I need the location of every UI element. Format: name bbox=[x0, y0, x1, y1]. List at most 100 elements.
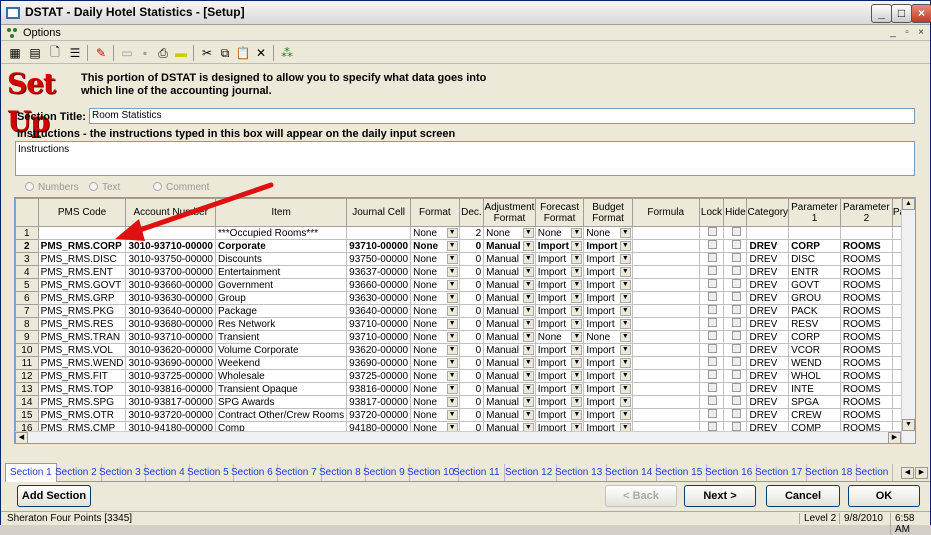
cell-fmt[interactable]: None ▼ bbox=[410, 252, 460, 266]
dropdown-arrow-icon[interactable]: ▼ bbox=[619, 280, 631, 290]
cell-acct[interactable]: 3010-93700-00000 bbox=[125, 265, 216, 279]
cell-acct[interactable]: 3010-93680-00000 bbox=[125, 317, 216, 331]
cell-p2[interactable]: ROOMS bbox=[839, 304, 893, 318]
cell-lock[interactable] bbox=[698, 304, 725, 318]
tab-section-14[interactable]: Section 14 bbox=[601, 464, 658, 481]
dropdown-arrow-icon[interactable]: ▼ bbox=[446, 397, 458, 407]
cell-dec[interactable]: 0 bbox=[458, 369, 485, 383]
cell-fmt[interactable]: None ▼ bbox=[410, 278, 460, 292]
cell-item[interactable]: Contract Other/Crew Rooms bbox=[214, 408, 348, 422]
cell-bud[interactable]: Import ▼ bbox=[583, 278, 633, 292]
cell-acct[interactable]: 3010-93620-00000 bbox=[125, 343, 216, 357]
cell-p2[interactable]: ROOMS bbox=[839, 317, 893, 331]
dropdown-arrow-icon[interactable]: ▼ bbox=[522, 306, 534, 316]
table-row[interactable]: 14 PMS_RMS.SPG 3010-93817-00000 SPG Awards 9… bbox=[15, 395, 915, 409]
dropdown-arrow-icon[interactable]: ▼ bbox=[571, 410, 583, 420]
delete-icon[interactable]: ✕ bbox=[251, 44, 271, 62]
cell-fc[interactable]: Import ▼ bbox=[534, 291, 585, 305]
checkbox[interactable] bbox=[707, 357, 717, 366]
cell-cell[interactable]: 93620-00000 bbox=[346, 343, 412, 357]
cell-cat[interactable]: DREV bbox=[746, 408, 790, 422]
dropdown-arrow-icon[interactable]: ▼ bbox=[619, 384, 631, 394]
tab-section-18[interactable]: Section 18 bbox=[801, 464, 858, 481]
cell-p1[interactable] bbox=[788, 226, 841, 240]
cell-cell[interactable]: 93710-00000 bbox=[346, 330, 412, 344]
dropdown-arrow-icon[interactable]: ▼ bbox=[522, 241, 534, 251]
cell-hide[interactable] bbox=[723, 239, 748, 253]
cell-p1[interactable]: SPGA bbox=[788, 395, 841, 409]
checkbox[interactable] bbox=[732, 383, 742, 392]
table-row[interactable]: 3 PMS_RMS.DISC 3010-93750-00000 Discounts 93… bbox=[15, 252, 915, 266]
tab-section-16[interactable]: Section 16 bbox=[701, 464, 758, 481]
cell-dec[interactable]: 0 bbox=[458, 265, 485, 279]
cell-formula[interactable] bbox=[631, 304, 700, 318]
dropdown-arrow-icon[interactable]: ▼ bbox=[619, 397, 631, 407]
edit-icon[interactable]: ✎ bbox=[91, 44, 111, 62]
cell-hide[interactable] bbox=[723, 343, 748, 357]
cell-adj[interactable]: Manual ▼ bbox=[483, 408, 536, 422]
cell-cat[interactable]: DREV bbox=[746, 369, 790, 383]
cell-item[interactable]: Package bbox=[214, 304, 348, 318]
cell-pms[interactable]: PMS_RMS.TOP bbox=[37, 382, 127, 396]
dropdown-arrow-icon[interactable]: ▼ bbox=[571, 332, 583, 342]
dropdown-arrow-icon[interactable]: ▼ bbox=[571, 228, 583, 238]
cell-adj[interactable]: Manual ▼ bbox=[483, 239, 536, 253]
cell-fc[interactable]: Import ▼ bbox=[534, 356, 585, 370]
checkbox[interactable] bbox=[732, 266, 742, 275]
cell-pms[interactable] bbox=[37, 226, 127, 240]
cell-bud[interactable]: Import ▼ bbox=[583, 369, 633, 383]
instructions-textarea[interactable]: Instructions bbox=[15, 141, 915, 176]
checkbox[interactable] bbox=[707, 396, 717, 405]
cell-acct[interactable]: 3010-93720-00000 bbox=[125, 408, 216, 422]
dropdown-arrow-icon[interactable]: ▼ bbox=[522, 332, 534, 342]
tab-section-13[interactable]: Section 13 bbox=[551, 464, 608, 481]
table-row[interactable]: 5 PMS_RMS.GOVT 3010-93660-00000 Government 9… bbox=[15, 278, 915, 292]
cell-p2[interactable]: ROOMS bbox=[839, 382, 893, 396]
dropdown-arrow-icon[interactable]: ▼ bbox=[522, 228, 534, 238]
cell-item[interactable]: Transient bbox=[214, 330, 348, 344]
cell-cell[interactable] bbox=[346, 226, 412, 240]
cell-p2[interactable]: ROOMS bbox=[839, 278, 893, 292]
dropdown-arrow-icon[interactable]: ▼ bbox=[619, 345, 631, 355]
dropdown-arrow-icon[interactable]: ▼ bbox=[522, 371, 534, 381]
add-section-button[interactable]: Add Section bbox=[17, 485, 91, 507]
cell-hide[interactable] bbox=[723, 304, 748, 318]
dropdown-arrow-icon[interactable]: ▼ bbox=[571, 319, 583, 329]
cell-pms[interactable]: PMS_RMS.ENT bbox=[37, 265, 127, 279]
cell-acct[interactable]: 3010-93640-00000 bbox=[125, 304, 216, 318]
vertical-scrollbar[interactable]: ▲ ▼ bbox=[901, 198, 915, 443]
cell-p2[interactable]: ROOMS bbox=[839, 252, 893, 266]
cell-formula[interactable] bbox=[631, 317, 700, 331]
checkbox[interactable] bbox=[707, 370, 717, 379]
cell-p2[interactable]: ROOMS bbox=[839, 239, 893, 253]
cell-bud[interactable]: Import ▼ bbox=[583, 239, 633, 253]
cell-bud[interactable]: None ▼ bbox=[583, 330, 633, 344]
dropdown-arrow-icon[interactable]: ▼ bbox=[571, 254, 583, 264]
cell-cell[interactable]: 93750-00000 bbox=[346, 252, 412, 266]
cell-pms[interactable]: PMS_RMS.GRP bbox=[37, 291, 127, 305]
dropdown-arrow-icon[interactable]: ▼ bbox=[619, 254, 631, 264]
copy-icon[interactable]: ⧉ bbox=[215, 44, 235, 62]
cell-cell[interactable]: 93817-00000 bbox=[346, 395, 412, 409]
checkbox[interactable] bbox=[732, 240, 742, 249]
cell-cat[interactable]: DREV bbox=[746, 239, 790, 253]
cell-p1[interactable]: WEND bbox=[788, 356, 841, 370]
dropdown-arrow-icon[interactable]: ▼ bbox=[571, 371, 583, 381]
paste-icon[interactable]: 📋 bbox=[233, 44, 253, 62]
checkbox[interactable] bbox=[707, 253, 717, 262]
cell-pms[interactable]: PMS_RMS.FIT bbox=[37, 369, 127, 383]
cell-acct[interactable]: 3010-93817-00000 bbox=[125, 395, 216, 409]
dropdown-arrow-icon[interactable]: ▼ bbox=[446, 293, 458, 303]
dropdown-arrow-icon[interactable]: ▼ bbox=[571, 267, 583, 277]
cell-fmt[interactable]: None ▼ bbox=[410, 265, 460, 279]
cell-lock[interactable] bbox=[698, 239, 725, 253]
cell-pms[interactable]: PMS_RMS.VOL bbox=[37, 343, 127, 357]
cell-acct[interactable]: 3010-93710-00000 bbox=[125, 330, 216, 344]
cell-dec[interactable]: 0 bbox=[458, 291, 485, 305]
cell-lock[interactable] bbox=[698, 369, 725, 383]
cell-dec[interactable]: 0 bbox=[458, 382, 485, 396]
dropdown-arrow-icon[interactable]: ▼ bbox=[446, 332, 458, 342]
cell-cell[interactable]: 93690-00000 bbox=[346, 356, 412, 370]
tab-section-17[interactable]: Section 17 bbox=[751, 464, 808, 481]
cell-formula[interactable] bbox=[631, 369, 700, 383]
